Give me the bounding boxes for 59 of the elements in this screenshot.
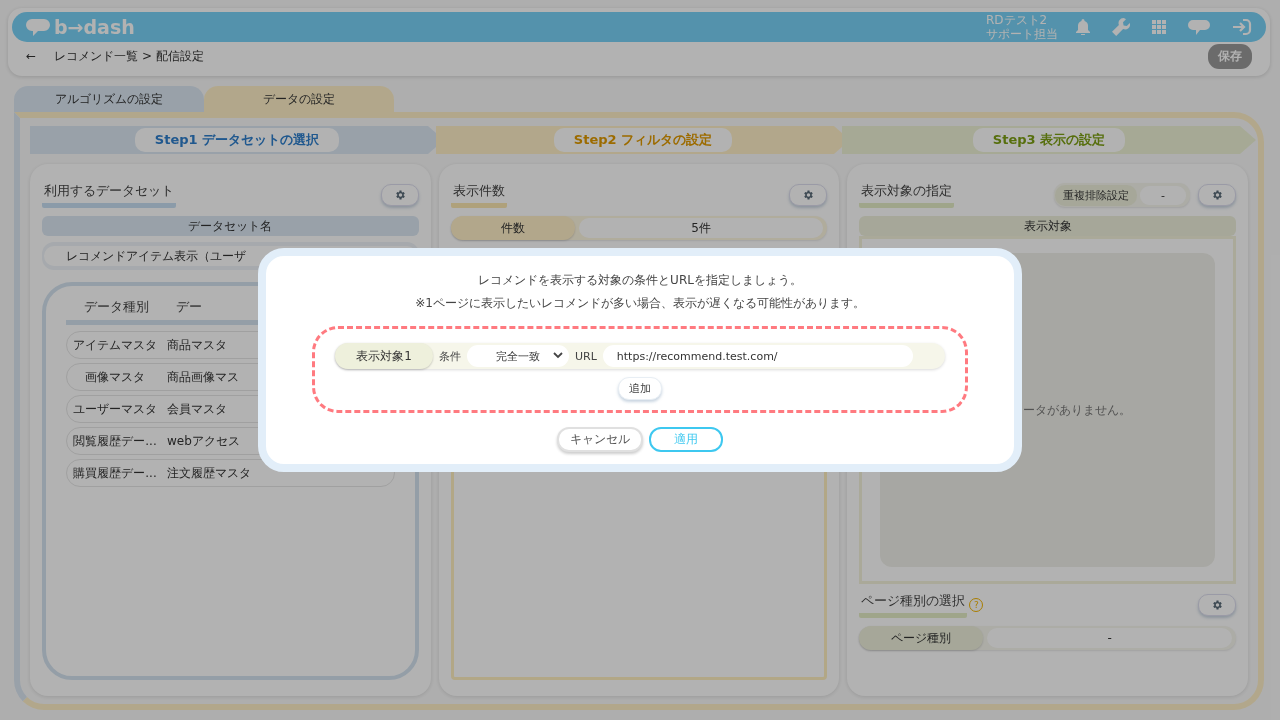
settings-button[interactable]: [789, 184, 828, 206]
chevron-down-icon: [553, 351, 563, 359]
settings-button[interactable]: [1198, 594, 1236, 616]
bell-icon[interactable]: [1076, 19, 1090, 35]
gear-icon: [393, 189, 406, 201]
step-label: Step3 表示の設定: [972, 128, 1126, 152]
breadcrumb: レコメンド一覧 > 配信設定: [54, 47, 204, 65]
table-cell-text: ユーザーマスタ: [72, 400, 158, 418]
settings-button[interactable]: [380, 184, 419, 206]
gear-icon: [802, 189, 815, 201]
url-field[interactable]: https://recommend.test.com/: [602, 345, 913, 367]
column-header: データ種別: [82, 298, 150, 316]
add-button[interactable]: 追加: [618, 377, 662, 400]
wrench-icon[interactable]: [1112, 18, 1130, 36]
field-value: -: [1140, 185, 1186, 205]
empty-message: ータがありません。: [1023, 401, 1132, 419]
tab[interactable]: データの設定: [204, 86, 394, 112]
speech-bubble-icon: [26, 17, 50, 37]
logo-text: b→dash: [54, 16, 135, 38]
section-title: ページ種別の選択: [861, 592, 966, 610]
column-header: データセット名: [42, 216, 419, 236]
gear-icon: [1211, 189, 1223, 201]
column-header: 表示対象: [859, 216, 1236, 236]
table-cell-text: 注文履歴マスタ: [166, 464, 251, 482]
gear-icon: [1211, 599, 1223, 611]
panel-title: 表示件数: [450, 182, 507, 208]
table-cell-text: webアクセス: [166, 432, 240, 450]
field-value: 5件: [578, 218, 824, 238]
dialog-note: ※1ページに表示したいレコメンドが多い場合、表示が遅くなる可能性があります。: [415, 295, 865, 312]
settings-button[interactable]: [1198, 184, 1236, 206]
field-label: 件数: [450, 216, 575, 240]
back-arrow[interactable]: ←: [26, 49, 37, 63]
table-cell-text: 画像マスタ: [84, 368, 146, 386]
speech-bubble-icon[interactable]: [1188, 18, 1210, 36]
tab[interactable]: アルゴリズムの設定: [14, 86, 204, 112]
table-cell-text: アイテムマスタ: [72, 336, 158, 354]
step-label: Step1 データセットの選択: [134, 128, 340, 152]
login-icon[interactable]: [1232, 18, 1252, 36]
user-name: RDテスト2: [986, 13, 1049, 27]
condition-dropdown[interactable]: 完全一致: [467, 345, 569, 367]
user-role: サポート担当: [986, 27, 1058, 41]
grid-icon[interactable]: [1152, 20, 1166, 34]
table-cell-text: 閲覧履歴デー...: [72, 432, 158, 450]
field-label: 重複排除設定: [1055, 184, 1137, 206]
step-label: Step2 フィルタの設定: [553, 128, 733, 152]
column-header: デー: [175, 298, 202, 316]
target-label: 表示対象1: [335, 343, 433, 369]
table-cell-text: 会員マスタ: [166, 400, 227, 418]
cancel-button[interactable]: キャンセル: [557, 427, 643, 452]
field-label: 条件: [439, 348, 461, 364]
field-value: -: [987, 628, 1232, 648]
panel-title: 表示対象の指定: [859, 182, 955, 208]
field-label: URL: [575, 349, 597, 363]
dialog-title: レコメンドを表示する対象の条件とURLを指定しましょう。: [478, 272, 802, 289]
table-cell-text: 購買履歴デー...: [72, 464, 158, 482]
table-cell-text: 商品画像マス: [166, 368, 239, 386]
panel-title: 利用するデータセット: [42, 182, 176, 208]
field-label: ページ種別: [859, 626, 984, 650]
table-cell-text: 商品マスタ: [166, 336, 227, 354]
